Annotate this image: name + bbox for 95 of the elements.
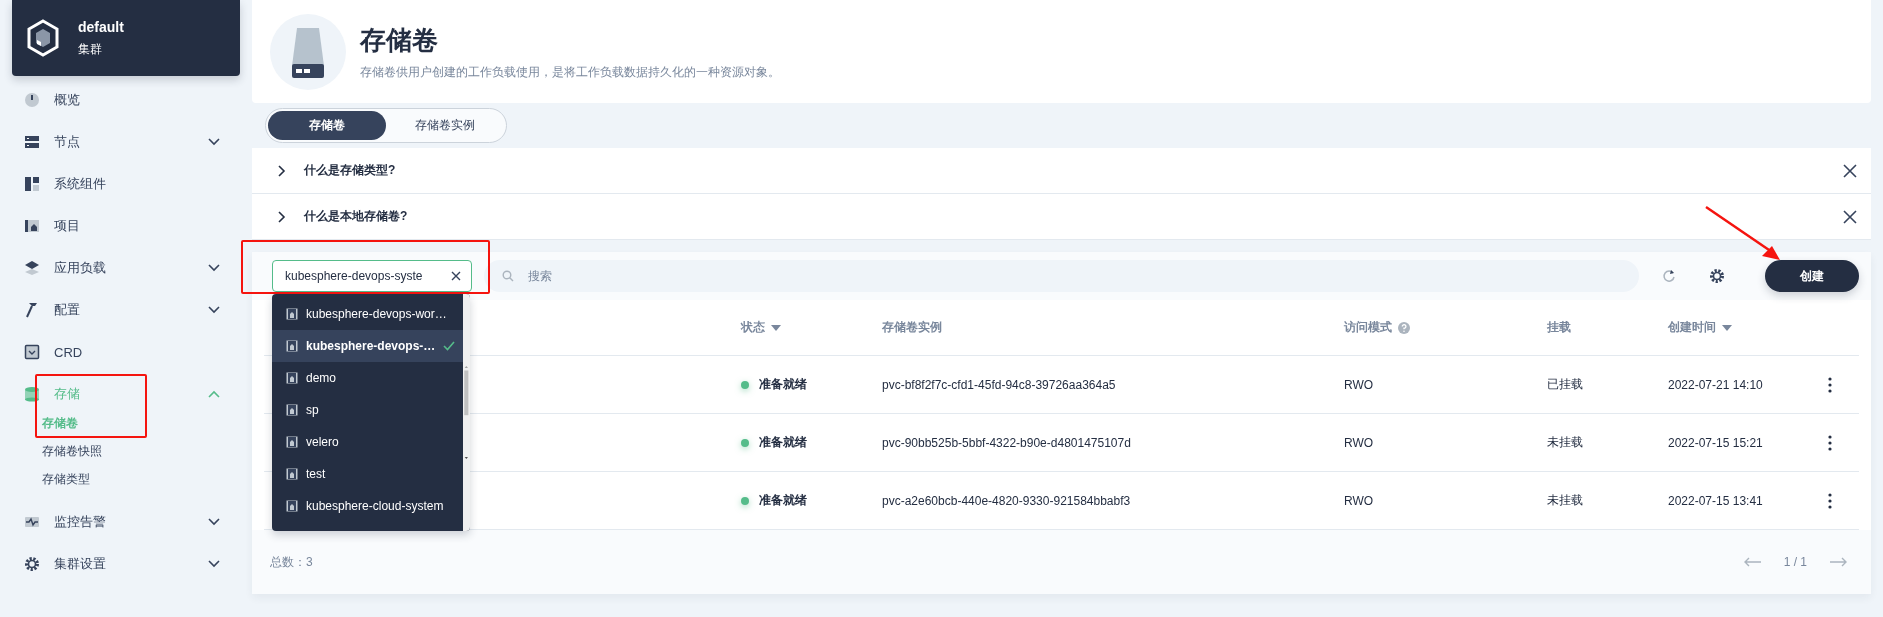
settings-icon [24, 556, 40, 572]
cluster-name: default [78, 18, 124, 35]
mount-cell-text: 未挂载 [1547, 434, 1584, 451]
tiles-icon [24, 176, 40, 192]
sidebar-item[interactable]: 节点 [0, 121, 252, 163]
database-icon [24, 386, 40, 402]
search-icon [502, 270, 514, 282]
server-icon [24, 134, 40, 150]
column-header[interactable]: 状态 [741, 319, 781, 336]
sort-caret-icon[interactable] [1722, 324, 1732, 331]
chevron-icon [208, 138, 220, 146]
column-header: 挂载 [1547, 319, 1571, 336]
mount-cell-text: 已挂载 [1547, 376, 1584, 393]
tab[interactable]: 存储卷 [268, 111, 386, 140]
dropdown-option[interactable]: demo [272, 362, 464, 394]
banner-title[interactable]: 什么是存储类型? [304, 162, 1825, 179]
dropdown-option[interactable]: kubesphere-devops-wor… [272, 298, 464, 330]
hammer-icon [24, 302, 40, 318]
sidebar-item[interactable]: 项目 [0, 205, 252, 247]
close-icon[interactable] [1843, 209, 1857, 224]
sidebar-subitem[interactable]: 存储卷快照 [42, 437, 102, 465]
more-icon[interactable] [1828, 434, 1832, 451]
status-text: 准备就绪 [759, 376, 807, 393]
mount-cell-text: 未挂载 [1547, 492, 1584, 509]
gauge-icon [24, 92, 40, 108]
namespace-icon [286, 468, 298, 480]
check-icon [443, 341, 456, 351]
created-time-cell-text: 2022-07-21 14:10 [1668, 377, 1764, 392]
sidebar-item[interactable]: 集群设置 [0, 543, 252, 585]
status-dot [741, 380, 749, 389]
banner-title[interactable]: 什么是本地存储卷? [304, 208, 1825, 225]
status-dot [741, 496, 749, 505]
more-icon[interactable] [1828, 376, 1832, 393]
namespace-icon [286, 500, 298, 512]
sidebar-item[interactable]: 监控告警 [0, 501, 252, 543]
dropdown-option[interactable]: sp [272, 394, 464, 426]
sidebar-item[interactable]: 系统组件 [0, 163, 252, 205]
sidebar-item[interactable]: 应用负载 [0, 247, 252, 289]
sidebar-item[interactable]: 配置 [0, 289, 252, 331]
chevron-icon [208, 560, 220, 568]
page-indicator: 1 / 1 [1783, 555, 1807, 569]
access-mode-cell-text: RWO [1344, 377, 1375, 392]
namespace-icon [286, 372, 298, 384]
chevron-icon [208, 306, 220, 314]
dropdown-option[interactable]: test [272, 458, 464, 490]
namespace-icon [286, 436, 298, 448]
search-field[interactable]: 搜索 [484, 260, 1639, 292]
storage-drive-icon [270, 13, 346, 90]
total-count: 总数：3 [270, 553, 314, 571]
column-header[interactable]: 创建时间 [1668, 319, 1732, 336]
chevron-icon [208, 518, 220, 526]
dropdown-option[interactable]: velero [272, 426, 464, 458]
status-dot [741, 438, 749, 447]
dropdown-option[interactable]: kubesphere-cloud-system [272, 490, 464, 522]
crd-icon [24, 344, 40, 360]
more-icon[interactable] [1828, 492, 1832, 509]
volume-cell-text: pvc-90bb525b-5bbf-4322-b90e-d4801475107d [882, 435, 1132, 450]
sidebar-item[interactable]: CRD [0, 331, 252, 373]
create-button[interactable]: 创建 [1765, 260, 1859, 292]
chevron-icon [208, 264, 220, 272]
status-text: 准备就绪 [759, 492, 807, 509]
cluster-card[interactable]: default 集群 [12, 0, 240, 76]
access-mode-cell-text: RWO [1344, 493, 1375, 508]
cube-icon [26, 19, 60, 57]
chevron-right-icon[interactable] [278, 164, 286, 177]
volume-cell-text: pvc-bf8f2f7c-cfd1-45fd-94c8-39726aa364a5 [882, 377, 1117, 392]
clear-icon[interactable] [451, 271, 461, 281]
layers-icon [24, 260, 40, 276]
chevron-right-icon[interactable] [278, 210, 286, 223]
namespace-icon [286, 308, 298, 320]
access-mode-cell-text: RWO [1344, 435, 1375, 450]
close-icon[interactable] [1843, 163, 1857, 178]
refresh-icon[interactable] [1662, 269, 1676, 283]
building-icon [24, 218, 40, 234]
namespace-icon [286, 340, 298, 352]
page-title: 存储卷 [360, 23, 439, 57]
created-time-cell-text: 2022-07-15 15:21 [1668, 435, 1764, 450]
namespace-filter[interactable]: kubesphere-devops-syste [272, 260, 472, 292]
volume-cell-text: pvc-a2e60bcb-440e-4820-9330-921584bbabf3 [882, 493, 1132, 508]
dropdown-option[interactable]: kubesphere-devops-… [272, 330, 464, 362]
column-header: 访问模式 [1344, 319, 1410, 336]
created-time-cell-text: 2022-07-15 13:41 [1668, 493, 1764, 508]
page-description: 存储卷供用户创建的工作负载使用，是将工作负载数据持久化的一种资源对象。 [360, 63, 780, 81]
settings-icon[interactable] [1709, 268, 1725, 284]
tab[interactable]: 存储卷实例 [386, 111, 504, 140]
sidebar-subitem[interactable]: 存储类型 [42, 465, 90, 493]
status-text: 准备就绪 [759, 434, 807, 451]
sidebar-item[interactable]: 概览 [0, 79, 252, 121]
chevron-icon [208, 390, 220, 398]
monitor-icon [24, 514, 40, 530]
column-header: 存储卷实例 [882, 319, 942, 336]
scrollbar[interactable] [463, 294, 470, 531]
namespace-icon [286, 404, 298, 416]
sort-caret-icon[interactable] [771, 324, 781, 331]
cluster-type: 集群 [78, 40, 103, 58]
